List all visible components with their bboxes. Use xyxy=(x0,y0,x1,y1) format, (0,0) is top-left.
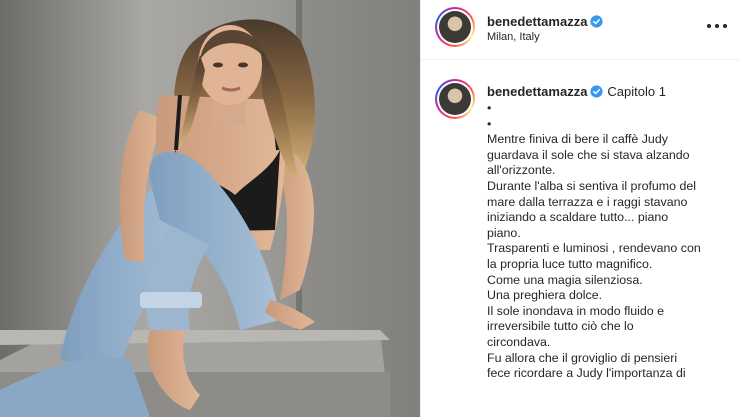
avatar[interactable] xyxy=(435,7,475,47)
caption-line: iniziando a scaldare tutto... piano xyxy=(487,210,669,225)
caption-line: guardava il sole che si stava alzando xyxy=(487,147,690,162)
verified-badge-icon xyxy=(590,85,604,98)
caption-line: Il sole inondava in modo fluido e xyxy=(487,303,665,318)
location-link[interactable]: Milan, Italy xyxy=(487,31,540,43)
caption-line: • xyxy=(487,101,492,115)
caption-line: la propria luce tutto magnifico. xyxy=(487,256,653,271)
caption-line: • xyxy=(487,116,492,131)
caption-line: Come una magia silenziosa. xyxy=(487,272,643,287)
caption-line: fece ricordare a Judy l'importanza di xyxy=(487,366,686,381)
caption-text: • • Mentre finiva di bere il caffè Judy … xyxy=(487,101,727,382)
caption-header: benedettamazza Capitolo 1 xyxy=(487,84,666,99)
caption-avatar[interactable] xyxy=(435,79,475,119)
caption-username[interactable]: benedettamazza xyxy=(487,84,587,99)
caption-line: Fu allora che il groviglio di pensieri xyxy=(487,350,678,365)
post-side-panel: benedettamazza Milan, Italy benedettamaz… xyxy=(420,0,740,417)
caption-line: Mentre finiva di bere il caffè Judy xyxy=(487,132,668,147)
caption-line: irreversibile tutto ciò che lo xyxy=(487,319,634,334)
caption-line: all'orizzonte. xyxy=(487,163,556,178)
caption-line: mare dalla terrazza e i raggi stavano xyxy=(487,194,688,209)
verified-badge-icon xyxy=(590,15,604,28)
post-header: benedettamazza Milan, Italy xyxy=(421,0,740,60)
instagram-post: benedettamazza Milan, Italy benedettamaz… xyxy=(0,0,740,417)
profile-picture xyxy=(439,11,471,43)
post-photo[interactable] xyxy=(0,0,420,417)
caption-profile-picture xyxy=(439,83,471,115)
header-username-row: benedettamazza xyxy=(487,13,604,31)
caption-line: circondava. xyxy=(487,334,551,349)
header-username[interactable]: benedettamazza xyxy=(487,14,587,29)
more-options-icon[interactable] xyxy=(707,18,727,34)
post-photo-illustration xyxy=(0,0,420,417)
post-caption: benedettamazza Capitolo 1 • • Mentre fini… xyxy=(421,61,740,417)
caption-line: Trasparenti e luminosi , rendevano con xyxy=(487,241,701,256)
caption-title: Capitolo 1 xyxy=(607,84,666,99)
caption-line: Una preghiera dolce. xyxy=(487,288,603,303)
caption-line: piano. xyxy=(487,225,521,240)
caption-line: Durante l'alba si sentiva il profumo del xyxy=(487,178,696,193)
